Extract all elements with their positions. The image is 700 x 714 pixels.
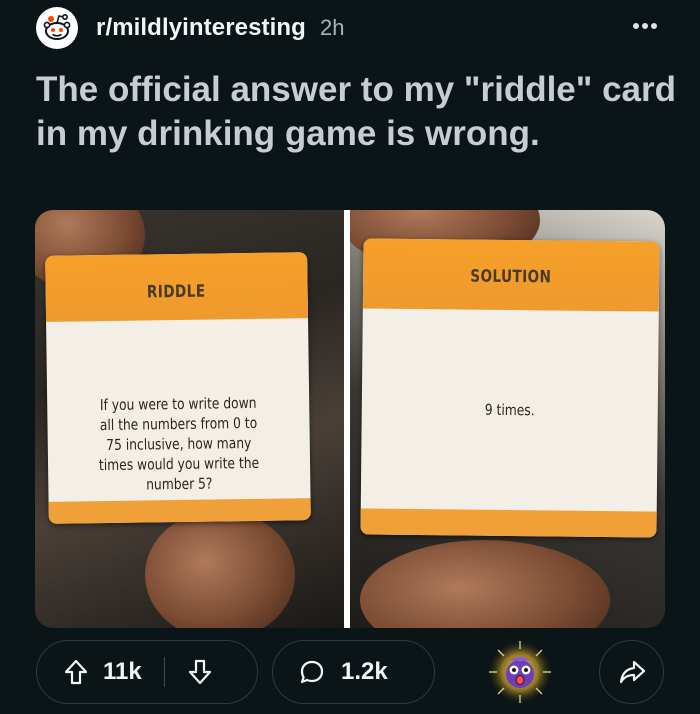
post-title: The official answer to my "riddle" card … [36, 70, 677, 153]
solution-card: SOLUTION 9 times. [360, 238, 660, 538]
comments-button[interactable]: 1.2k [272, 640, 435, 704]
post-image[interactable]: RIDDLE If you were to write down all the… [35, 210, 665, 628]
vote-divider [163, 657, 166, 687]
left-thumb-bottom [145, 510, 295, 628]
downvote-arrow-icon [189, 659, 212, 685]
subreddit-name[interactable]: r/mildlyinteresting [96, 14, 306, 42]
riddle-heading: RIDDLE [147, 281, 207, 303]
post-age: 2h [319, 15, 345, 40]
subreddit-avatar[interactable] [36, 7, 78, 49]
share-arrow-icon [619, 660, 645, 684]
share-button[interactable] [599, 640, 664, 704]
riddle-line: number 5? [146, 474, 213, 494]
right-thumb-bottom [360, 540, 610, 628]
right-photo: SOLUTION 9 times. [350, 210, 665, 628]
award-button[interactable] [477, 638, 563, 706]
solution-line: 9 times. [484, 400, 535, 420]
solution-text: 9 times. [388, 399, 631, 422]
more-dots-icon [633, 23, 657, 29]
upvote-arrow-icon [64, 659, 88, 685]
action-bar: 11k 1.2k [36, 638, 666, 706]
comment-count: 1.2k [341, 658, 388, 685]
more-options-button[interactable] [628, 14, 662, 38]
vote-control: 11k [36, 640, 258, 704]
upvote-count: 11k [103, 658, 142, 685]
riddle-text: If you were to write down all the number… [71, 392, 287, 495]
riddle-line: all the numbers from 0 to [99, 413, 258, 435]
award-shocked-face-icon [487, 639, 553, 705]
left-photo: RIDDLE If you were to write down all the… [35, 210, 344, 628]
downvote-button[interactable] [183, 652, 217, 692]
upvote-button[interactable] [59, 652, 93, 692]
reddit-snoo-icon [43, 14, 71, 40]
riddle-line: times would you write the [98, 453, 260, 475]
riddle-card: RIDDLE If you were to write down all the… [45, 252, 311, 524]
post-detail-page: r/mildlyinteresting 2h The official answ… [0, 0, 700, 714]
solution-heading: SOLUTION [470, 266, 552, 288]
post-header: r/mildlyinteresting 2h [36, 6, 666, 50]
comment-bubble-icon [300, 660, 324, 684]
